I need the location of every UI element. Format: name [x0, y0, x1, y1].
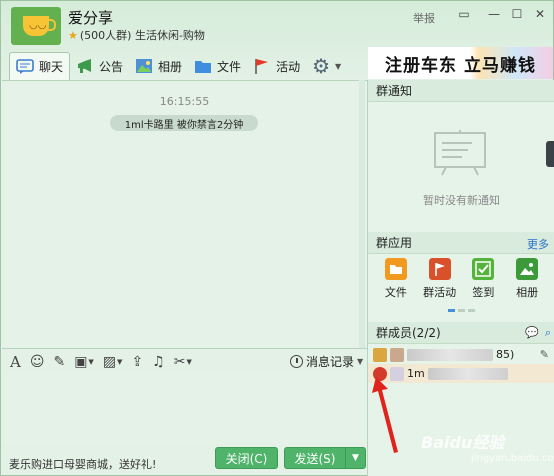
group-avatar[interactable]: ◡◡ — [11, 7, 61, 45]
group-subtitle: ★ (500人群) 生活休闲-购物 — [68, 27, 205, 43]
edit-icon[interactable]: ✎ — [540, 348, 549, 361]
members-tools: 💬 ⌕ — [525, 326, 551, 340]
megaphone-icon — [78, 59, 92, 73]
group-apps: 文件 群活动 签到 相册 — [368, 258, 554, 308]
apps-header-label: 群应用 — [376, 236, 413, 250]
member-row[interactable]: 85) ✎ — [368, 345, 554, 364]
clock-icon — [290, 355, 303, 368]
maximize-button[interactable]: ☐ — [506, 5, 528, 23]
skin-button[interactable]: ▭ — [453, 5, 475, 23]
photo-icon — [136, 59, 153, 73]
chevron-down-icon: ▼ — [335, 61, 342, 71]
magic-wand-icon[interactable]: ✎ — [53, 354, 65, 370]
minimize-button[interactable]: — — [483, 5, 505, 23]
chat-scrollbar[interactable] — [359, 80, 365, 348]
system-message: 1ml卡路里 被你禁言2分钟 — [110, 115, 258, 131]
members-header-label: 群成员(2/2) — [376, 326, 441, 340]
gear-icon: ⚙ — [312, 54, 331, 78]
close-window-button[interactable]: ✕ — [529, 5, 551, 23]
tab-album-label: 相册 — [158, 59, 183, 74]
app-album[interactable]: 相册 — [507, 258, 547, 308]
scissors-icon[interactable]: ✂ ▼ — [174, 354, 192, 370]
app-files[interactable]: 文件 — [376, 258, 416, 308]
app-album-label: 相册 — [516, 286, 539, 299]
notice-header: 群通知 — [368, 80, 554, 102]
tab-album[interactable]: 相册 — [129, 52, 188, 80]
chat-icon — [16, 58, 34, 74]
chat-messages: 16:15:55 1ml卡路里 被你禁言2分钟 — [2, 80, 367, 348]
send-label: 发送(S) — [294, 451, 336, 466]
tab-chat[interactable]: 聊天 — [9, 52, 71, 80]
app-files-label: 文件 — [384, 286, 407, 299]
member-name-prefix: 1m — [407, 367, 425, 380]
member-name-blurred — [407, 348, 493, 361]
notice-board-icon — [434, 130, 486, 176]
avatar — [390, 347, 404, 362]
folder-icon — [384, 258, 407, 280]
ad-banner[interactable]: 注册车东 立马赚钱 — [368, 47, 553, 79]
app-checkin-label: 签到 — [472, 286, 495, 299]
notice-empty-text: 暂时没有新通知 — [423, 194, 500, 207]
group-category: (500人群) 生活休闲-购物 — [79, 29, 205, 42]
watermark: Baidu经验 — [421, 433, 505, 452]
settings-menu[interactable]: ⚙ ▼ — [306, 52, 347, 80]
star-icon: ★ — [68, 28, 78, 42]
shake-icon[interactable]: ▣ ▼ — [74, 354, 94, 370]
apps-pager[interactable] — [448, 309, 475, 312]
footer-ad[interactable]: 麦乐购进口母婴商城，送好礼! — [9, 456, 156, 472]
crown-icon — [373, 347, 387, 362]
flag-icon — [428, 258, 451, 280]
member-name-suffix: 85) — [496, 348, 515, 361]
close-button[interactable]: 关闭(C) — [215, 447, 278, 469]
red-arrow-annotation — [372, 377, 398, 453]
panel-toggle-handle[interactable] — [546, 141, 554, 167]
history-button[interactable]: 消息记录 ▼ — [290, 353, 363, 370]
notice-header-label: 群通知 — [376, 84, 413, 98]
tab-announcement-label: 公告 — [99, 59, 124, 74]
photo-icon — [516, 258, 539, 280]
app-checkin[interactable]: 签到 — [463, 258, 503, 308]
apps-more-link[interactable]: 更多 — [527, 236, 549, 252]
feature-tabs: 聊天 公告 相册 文件 活动 ⚙ ▼ — [9, 50, 347, 80]
cup-icon: ◡◡ — [23, 16, 56, 36]
flag-icon — [255, 59, 269, 74]
folder-icon — [195, 61, 212, 73]
report-link[interactable]: 举报 — [413, 10, 435, 26]
chat-bubble-icon[interactable]: 💬 — [525, 326, 539, 340]
send-options-icon[interactable]: ▼ — [345, 448, 365, 468]
message-timestamp: 16:15:55 — [159, 95, 210, 108]
chevron-down-icon: ▼ — [357, 357, 364, 366]
group-chat-window: ◡◡ 爱分享 ★ (500人群) 生活休闲-购物 举报 ▭ — ☐ ✕ 聊天 公… — [0, 0, 554, 476]
tab-files[interactable]: 文件 — [188, 52, 247, 80]
tab-activity[interactable]: 活动 — [247, 52, 306, 80]
tab-announcement[interactable]: 公告 — [70, 52, 129, 80]
emoji-icon[interactable]: ☺ — [30, 354, 45, 370]
message-input[interactable] — [2, 374, 367, 444]
group-title[interactable]: 爱分享 — [68, 7, 113, 28]
music-icon[interactable]: ♫ — [152, 354, 165, 370]
app-group-activity[interactable]: 群活动 — [420, 258, 460, 308]
upload-icon[interactable]: ⇪ — [131, 354, 143, 370]
member-name-blurred — [427, 367, 508, 380]
font-icon[interactable]: A — [10, 353, 21, 371]
send-button[interactable]: 发送(S) ▼ — [284, 447, 366, 469]
history-label: 消息记录 — [306, 355, 355, 369]
app-group-activity-label: 群活动 — [423, 286, 457, 299]
image-icon[interactable]: ▨ ▼ — [103, 354, 123, 370]
checkmark-icon — [472, 258, 495, 280]
tab-chat-label: 聊天 — [39, 60, 64, 74]
search-icon[interactable]: ⌕ — [545, 326, 551, 340]
tab-files-label: 文件 — [217, 59, 242, 74]
members-header: 群成员(2/2) 💬 ⌕ — [368, 322, 554, 344]
tab-activity-label: 活动 — [276, 59, 301, 74]
apps-header: 群应用 更多 — [368, 232, 554, 254]
watermark-url: jingyan.baidu.com — [471, 453, 554, 464]
